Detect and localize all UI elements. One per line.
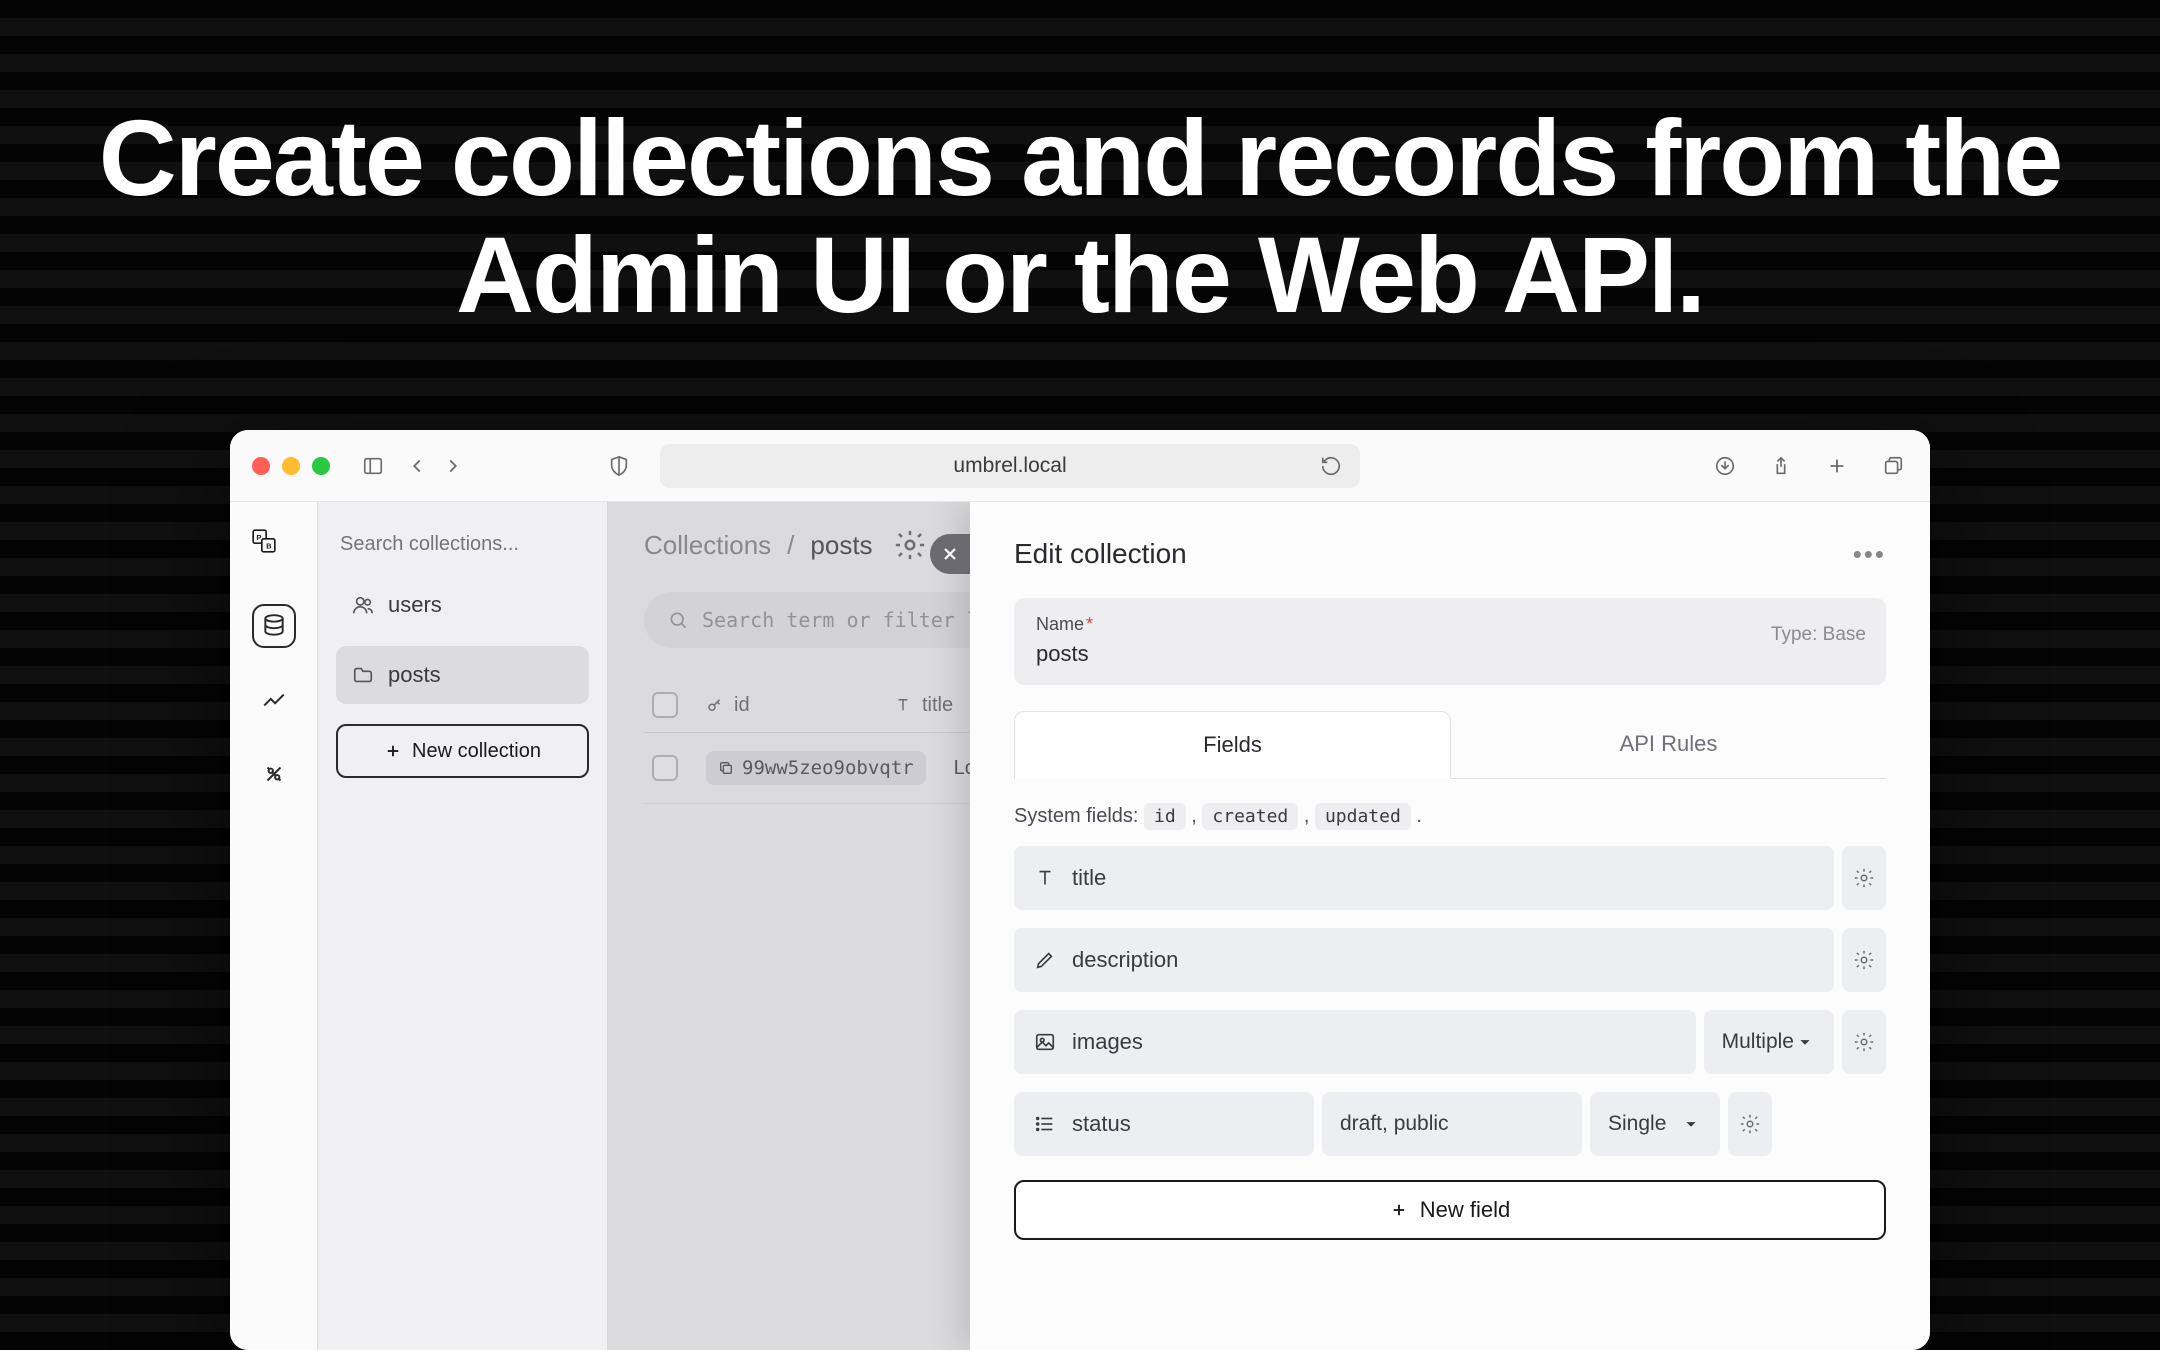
field-row-description[interactable]: description xyxy=(1014,928,1886,992)
text-icon xyxy=(894,696,912,714)
search-icon xyxy=(668,610,688,630)
browser-window: umbrel.local PB users xyxy=(230,430,1930,1350)
sidebar-item-label: users xyxy=(388,592,442,618)
edit-collection-panel: Edit collection ••• Name* posts Type: Ba… xyxy=(970,502,1930,1350)
tab-api-rules[interactable]: API Rules xyxy=(1451,711,1886,778)
plus-icon xyxy=(384,742,402,760)
url-bar[interactable]: umbrel.local xyxy=(660,444,1360,488)
sidebar-item-label: posts xyxy=(388,662,441,688)
plus-icon xyxy=(1390,1201,1408,1219)
field-multi-select[interactable]: Single xyxy=(1590,1092,1720,1156)
record-id-pill[interactable]: 99ww5zeo9obvqtr xyxy=(706,751,926,785)
field-row-status[interactable]: status draft, public Single xyxy=(1014,1092,1886,1156)
sidebar-toggle-icon[interactable] xyxy=(358,451,388,481)
chevron-down-icon xyxy=(1794,1031,1816,1053)
field-row-images[interactable]: images Multiple xyxy=(1014,1010,1886,1074)
downloads-icon[interactable] xyxy=(1710,451,1740,481)
field-settings-button[interactable] xyxy=(1728,1092,1772,1156)
maximize-window-button[interactable] xyxy=(312,457,330,475)
sidebar-item-posts[interactable]: posts xyxy=(336,646,589,704)
page-headline: Create collections and records from the … xyxy=(0,0,2160,333)
pencil-icon xyxy=(1034,949,1056,971)
new-field-button[interactable]: New field xyxy=(1014,1180,1886,1240)
close-window-button[interactable] xyxy=(252,457,270,475)
rail-settings[interactable] xyxy=(252,752,296,796)
rail-collections[interactable] xyxy=(252,604,296,648)
privacy-shield-icon[interactable] xyxy=(604,451,634,481)
field-row-title[interactable]: title xyxy=(1014,846,1886,910)
tabs-overview-icon[interactable] xyxy=(1878,451,1908,481)
collection-name-field[interactable]: Name* posts Type: Base xyxy=(1014,598,1886,685)
chevron-down-icon xyxy=(1680,1113,1702,1135)
panel-title: Edit collection xyxy=(1014,538,1187,570)
new-collection-button[interactable]: New collection xyxy=(336,724,589,778)
reload-icon[interactable] xyxy=(1316,451,1346,481)
app-logo[interactable]: PB xyxy=(251,528,297,574)
copy-icon xyxy=(718,760,734,776)
search-collections-input[interactable] xyxy=(336,524,589,564)
tab-fields[interactable]: Fields xyxy=(1014,711,1451,779)
share-icon[interactable] xyxy=(1766,451,1796,481)
minimize-window-button[interactable] xyxy=(282,457,300,475)
main-content: Collections / posts Search term or filte… xyxy=(608,502,1930,1350)
type-badge: Type: Base xyxy=(1771,624,1866,646)
text-icon xyxy=(1034,867,1056,889)
browser-toolbar: umbrel.local xyxy=(230,430,1930,502)
sidebar-item-users[interactable]: users xyxy=(336,576,589,634)
collection-settings-icon[interactable] xyxy=(893,528,927,562)
folder-icon xyxy=(352,664,374,686)
system-fields-row: System fields: id , created , updated . xyxy=(1014,805,1886,828)
list-icon xyxy=(1034,1113,1056,1135)
users-icon xyxy=(352,594,374,616)
url-text: umbrel.local xyxy=(953,454,1066,478)
close-panel-button[interactable] xyxy=(930,534,970,574)
new-tab-icon[interactable] xyxy=(1822,451,1852,481)
field-settings-button[interactable] xyxy=(1842,846,1886,910)
panel-more-button[interactable]: ••• xyxy=(1853,539,1886,570)
svg-text:B: B xyxy=(266,542,272,551)
close-icon xyxy=(940,544,960,564)
select-all-checkbox[interactable] xyxy=(652,692,678,718)
key-icon xyxy=(706,696,724,714)
row-checkbox[interactable] xyxy=(652,755,678,781)
forward-button[interactable] xyxy=(438,451,468,481)
app-rail: PB xyxy=(230,502,318,1350)
field-multi-select[interactable]: Multiple xyxy=(1704,1010,1834,1074)
svg-text:P: P xyxy=(256,533,261,542)
image-icon xyxy=(1034,1031,1056,1053)
rail-logs[interactable] xyxy=(252,678,296,722)
field-settings-button[interactable] xyxy=(1842,928,1886,992)
field-settings-button[interactable] xyxy=(1842,1010,1886,1074)
back-button[interactable] xyxy=(402,451,432,481)
field-values-input[interactable]: draft, public xyxy=(1322,1092,1582,1156)
collections-sidebar: users posts New collection xyxy=(318,502,608,1350)
